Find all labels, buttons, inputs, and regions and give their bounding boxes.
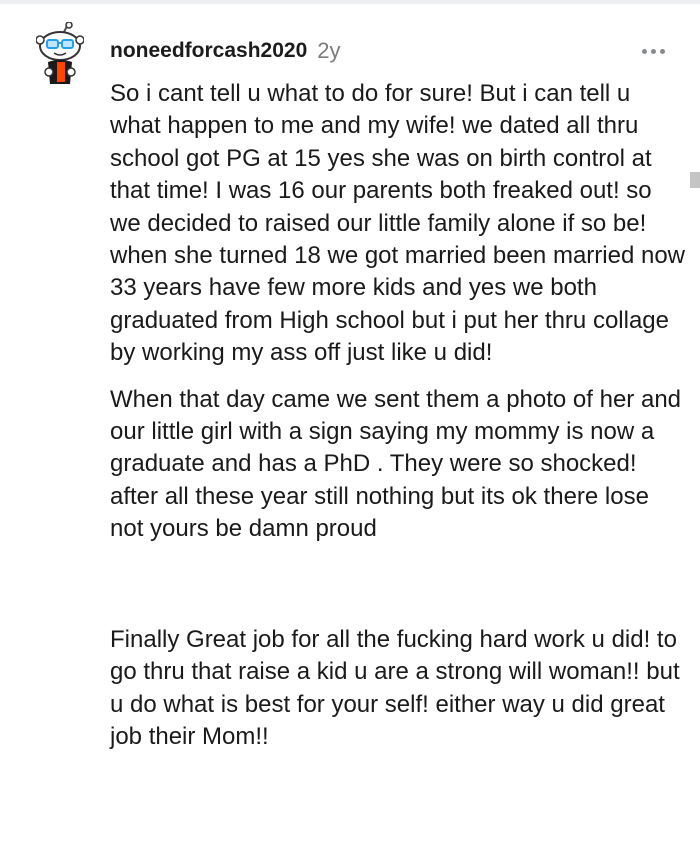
comment-paragraph: Finally Great job for all the fucking ha… bbox=[110, 625, 680, 750]
comment-paragraph: When that day came we sent them a photo … bbox=[110, 385, 682, 543]
comment: noneedforcash2020 2y So i cant tell u wh… bbox=[0, 0, 700, 861]
comment-body: So i cant tell u what to do for sure! Bu… bbox=[110, 78, 685, 767]
scrollbar-thumb[interactable] bbox=[690, 172, 700, 188]
snoo-avatar-icon[interactable] bbox=[35, 21, 85, 86]
more-options-button[interactable] bbox=[636, 38, 670, 64]
username[interactable]: noneedforcash2020 bbox=[110, 39, 307, 63]
more-horizontal-icon bbox=[641, 48, 647, 54]
comment-header: noneedforcash2020 2y bbox=[110, 36, 341, 66]
comment-paragraph: So i cant tell u what to do for sure! Bu… bbox=[110, 80, 685, 367]
comment-age: 2y bbox=[317, 38, 341, 63]
